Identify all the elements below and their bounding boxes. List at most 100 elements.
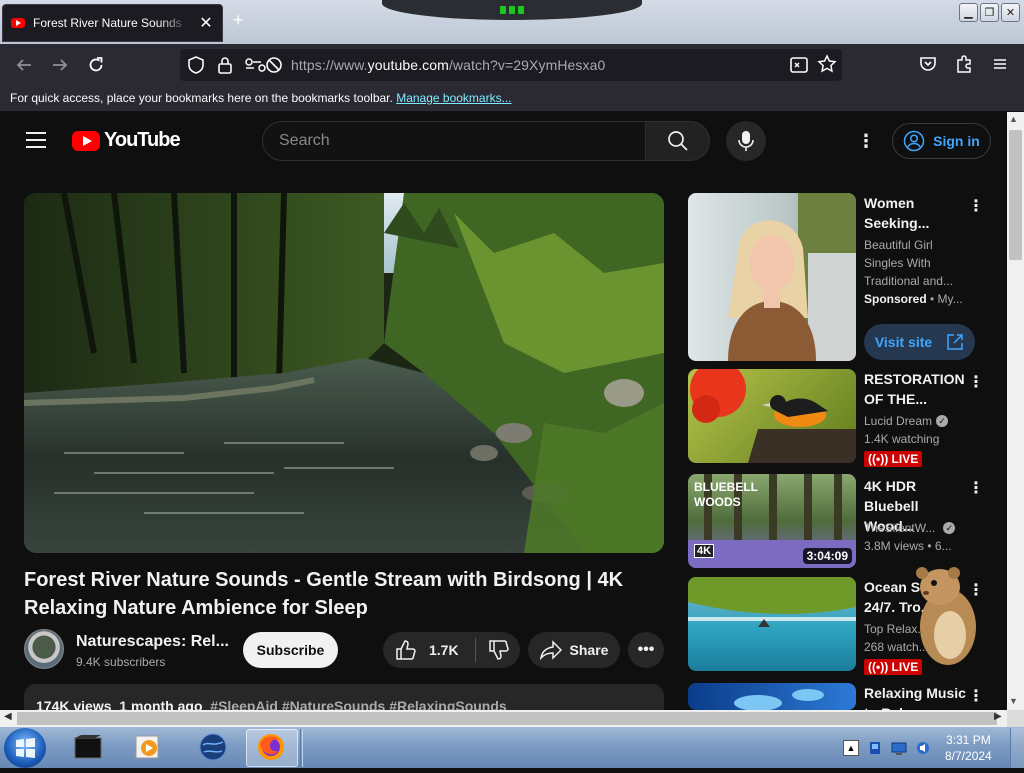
window-controls: ▁ ❐ ✕ bbox=[959, 3, 1020, 22]
youtube-logo[interactable]: YouTube bbox=[72, 129, 181, 152]
video-thumbnail-restoration[interactable] bbox=[688, 369, 856, 463]
hamster-mascot-icon bbox=[910, 565, 982, 669]
taskbar-clock[interactable]: 3:31 PM 8/7/2024 bbox=[945, 732, 992, 764]
tray-monitor-icon[interactable] bbox=[891, 740, 907, 761]
more-actions-button[interactable]: ••• bbox=[628, 632, 664, 668]
external-link-icon bbox=[947, 334, 963, 350]
tray-expand-icon[interactable]: ▲ bbox=[843, 740, 859, 756]
scroll-right-arrow-icon[interactable]: ▶ bbox=[994, 711, 1002, 722]
reload-icon[interactable] bbox=[85, 54, 107, 76]
bookmarks-toolbar: For quick access, place your bookmarks h… bbox=[0, 86, 1024, 112]
subscriber-count: 9.4K subscribers bbox=[76, 655, 166, 669]
ad-thumbnail[interactable] bbox=[688, 193, 856, 361]
pocket-icon[interactable] bbox=[918, 54, 938, 79]
ad-sponsor-line: Sponsored • My... bbox=[864, 290, 963, 308]
scroll-up-arrow-icon[interactable]: ▲ bbox=[1009, 114, 1018, 124]
account-icon bbox=[903, 130, 925, 152]
live-signal-icon: ((•)) bbox=[868, 452, 889, 466]
extensions-icon[interactable] bbox=[954, 54, 974, 79]
tab-title: Forest River Nature Sounds - Gentle Stre… bbox=[33, 16, 190, 30]
voice-search-button[interactable] bbox=[726, 121, 766, 161]
forward-arrow-icon[interactable] bbox=[49, 54, 71, 76]
firefox-icon[interactable] bbox=[256, 732, 286, 762]
horizontal-scroll-thumb[interactable] bbox=[17, 712, 997, 725]
permissions-icon[interactable] bbox=[244, 56, 284, 79]
video-menu-kebab-icon[interactable]: ⋮ bbox=[968, 372, 984, 392]
minimize-icon[interactable]: ▁ bbox=[959, 3, 978, 22]
search-input[interactable]: Search bbox=[262, 121, 646, 161]
dislike-button[interactable] bbox=[488, 639, 510, 661]
back-arrow-icon[interactable] bbox=[13, 54, 35, 76]
video-player[interactable] bbox=[24, 193, 664, 553]
settings-kebab-icon[interactable]: ⋮ bbox=[857, 131, 875, 152]
share-icon bbox=[539, 640, 562, 660]
video-menu-kebab-icon[interactable]: ⋮ bbox=[968, 686, 984, 706]
scroll-left-arrow-icon[interactable]: ◀ bbox=[4, 711, 12, 722]
scrollbar-corner bbox=[1007, 710, 1024, 727]
restore-icon[interactable]: ❐ bbox=[980, 3, 999, 22]
search-button[interactable] bbox=[645, 121, 710, 161]
thumb-overlay-text: BLUEBELL WOODS bbox=[694, 480, 758, 510]
channel-name-silent[interactable]: TheSilentW... bbox=[864, 519, 935, 537]
video-thumbnail-relaxing[interactable] bbox=[688, 683, 856, 710]
share-button[interactable]: Share bbox=[528, 632, 620, 668]
video-thumbnail-bluebell[interactable]: BLUEBELL WOODS 4K 3:04:09 bbox=[688, 474, 856, 568]
thumbs-up-icon bbox=[396, 640, 416, 660]
visit-site-button[interactable]: Visit site bbox=[864, 324, 975, 360]
reader-view-icon[interactable] bbox=[789, 55, 809, 80]
video-title-relaxing[interactable]: Relaxing Music to Relax... bbox=[864, 683, 969, 710]
taskbar-separator bbox=[300, 729, 303, 767]
channel-line: Lucid Dream ✓ bbox=[864, 412, 949, 430]
url-text[interactable]: https://www.youtube.com/watch?v=29XymHes… bbox=[291, 57, 605, 73]
video-frame-forest-river bbox=[24, 193, 664, 553]
ad-title[interactable]: Women Seeking... bbox=[864, 193, 969, 233]
video-thumbnail-ocean[interactable] bbox=[688, 577, 856, 671]
more-horizontal-icon: ••• bbox=[637, 641, 655, 658]
scroll-down-arrow-icon[interactable]: ▼ bbox=[1009, 696, 1018, 706]
search-placeholder: Search bbox=[279, 132, 330, 149]
verified-check-icon: ✓ bbox=[943, 522, 956, 534]
watching-count: 1.4K watching bbox=[864, 432, 940, 446]
thumb-image-oriole bbox=[690, 369, 856, 463]
video-duration: 3:04:09 bbox=[802, 548, 852, 564]
show-desktop-button[interactable] bbox=[1010, 728, 1024, 768]
tray-volume-icon[interactable] bbox=[915, 740, 931, 761]
bookmark-star-icon[interactable] bbox=[817, 54, 837, 79]
channel-name[interactable]: Naturescapes: Rel... bbox=[76, 633, 229, 651]
globe-browser-icon[interactable] bbox=[198, 732, 228, 762]
app-menu-icon[interactable] bbox=[990, 54, 1010, 79]
youtube-favicon-icon bbox=[11, 18, 25, 28]
manage-bookmarks-link[interactable]: Manage bookmarks... bbox=[396, 91, 511, 105]
bookmarks-message: For quick access, place your bookmarks h… bbox=[10, 91, 393, 105]
ad-menu-kebab-icon[interactable]: ⋮ bbox=[968, 196, 984, 216]
share-label: Share bbox=[569, 642, 609, 658]
like-count: 1.7K bbox=[429, 642, 459, 658]
hamburger-menu-icon[interactable] bbox=[26, 131, 46, 154]
video-title: Forest River Nature Sounds - Gentle Stre… bbox=[24, 569, 624, 619]
live-badge: ((•)) LIVE bbox=[864, 450, 923, 468]
like-button[interactable]: 1.7K bbox=[395, 639, 459, 661]
tab-close-icon[interactable]: ✕ bbox=[198, 13, 214, 33]
media-player-icon[interactable] bbox=[133, 732, 163, 762]
channel-avatar[interactable] bbox=[24, 629, 64, 669]
tray-network-icon[interactable] bbox=[867, 740, 883, 761]
ad-line-2: Singles With bbox=[864, 256, 931, 270]
ad-line-1: Beautiful Girl bbox=[864, 238, 933, 252]
lock-icon[interactable] bbox=[216, 55, 234, 80]
sign-in-button[interactable]: Sign in bbox=[892, 123, 991, 159]
channel-name-lucid[interactable]: Lucid Dream bbox=[864, 412, 932, 430]
start-button-icon[interactable] bbox=[4, 728, 46, 768]
subscribe-button[interactable]: Subscribe bbox=[243, 632, 338, 668]
video-menu-kebab-icon[interactable]: ⋮ bbox=[968, 478, 984, 498]
shield-icon[interactable] bbox=[186, 55, 206, 80]
like-divider bbox=[474, 638, 476, 662]
vertical-scroll-thumb[interactable] bbox=[1009, 130, 1022, 260]
new-tab-button[interactable]: + bbox=[233, 10, 244, 31]
youtube-logo-text: YouTube bbox=[104, 129, 181, 151]
thumb-image-ocean bbox=[688, 577, 856, 627]
video-title-restoration[interactable]: RESTORATION OF THE... bbox=[864, 369, 969, 409]
thumb-image-dolphins bbox=[734, 689, 824, 710]
taskbar-app-icon[interactable] bbox=[73, 732, 103, 762]
close-window-icon[interactable]: ✕ bbox=[1001, 3, 1020, 22]
browser-tab-active[interactable]: Forest River Nature Sounds - Gentle Stre… bbox=[2, 4, 223, 42]
